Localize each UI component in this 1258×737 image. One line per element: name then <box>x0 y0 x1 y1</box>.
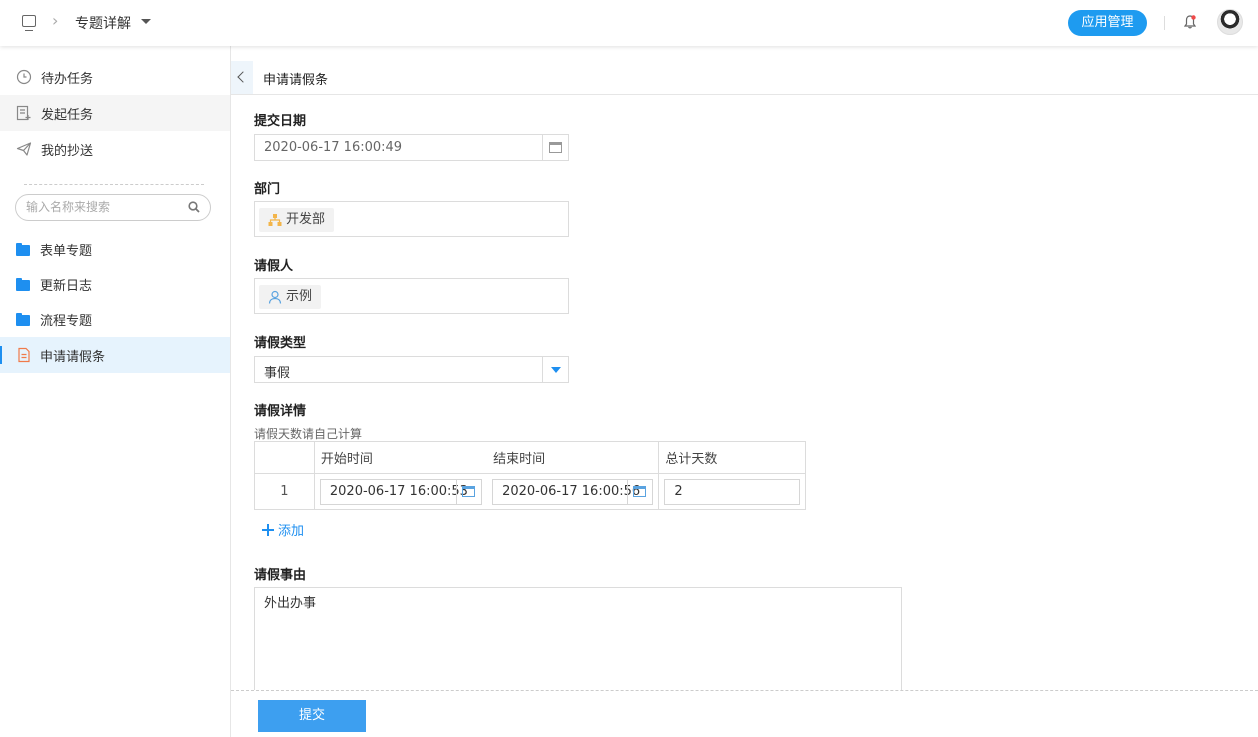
divider <box>1164 16 1165 30</box>
reason-textarea[interactable]: 外出办事 <box>254 587 902 697</box>
reason-label: 请假事由 <box>254 568 307 583</box>
form-document-icon <box>18 347 30 363</box>
start-time-value: 2020-06-17 16:00:53 <box>329 483 468 499</box>
clock-icon <box>16 69 32 85</box>
search-box <box>15 194 211 221</box>
topic-title[interactable]: 专题详解 <box>75 13 131 33</box>
user-icon <box>268 290 282 304</box>
table-header: 结束时间 <box>487 441 660 474</box>
table-header: 总计天数 <box>658 441 806 474</box>
table-header: 开始时间 <box>313 441 488 474</box>
total-days-cell: 2 <box>658 473 806 510</box>
submit-date-label: 提交日期 <box>254 114 307 129</box>
sidebar-item-process-topic[interactable]: 流程专题 <box>0 301 230 337</box>
send-icon <box>16 142 32 156</box>
calendar-button[interactable] <box>456 479 481 504</box>
calendar-icon <box>633 485 647 497</box>
sidebar-item-todo[interactable]: 待办任务 <box>0 59 230 95</box>
department-tag: 开发部 <box>259 208 335 232</box>
sidebar-item-label: 申请请假条 <box>40 349 106 365</box>
add-row-label: 添加 <box>278 524 305 539</box>
sidebar-item-label: 更新日志 <box>40 278 93 294</box>
row-index: 1 <box>254 473 315 510</box>
folder-icon <box>16 243 30 256</box>
avatar[interactable] <box>1217 9 1243 35</box>
main-panel: 申请请假条 提交日期 2020-06-17 16:00:49 部门 开发部 请假… <box>231 46 1258 737</box>
sidebar-item-label: 待办任务 <box>41 71 94 87</box>
leave-type-label: 请假类型 <box>254 336 307 351</box>
active-indicator <box>0 346 2 364</box>
sidebar-item-my-cc[interactable]: 我的抄送 <box>0 131 230 167</box>
end-time-cell: 2020-06-17 16:00:56 <box>487 473 660 510</box>
tab-title: 申请请假条 <box>263 73 329 88</box>
search-input[interactable] <box>26 200 186 214</box>
department-field[interactable]: 开发部 <box>254 201 569 237</box>
submit-date-value: 2020-06-17 16:00:49 <box>264 140 403 155</box>
start-task-icon <box>16 105 31 121</box>
top-bar: › 专题详解 应用管理 <box>0 0 1258 46</box>
tab-bar: 申请请假条 <box>231 61 1258 95</box>
sidebar-item-label: 我的抄送 <box>41 143 94 159</box>
calendar-button[interactable] <box>542 135 568 160</box>
details-hint: 请假天数请自己计算 <box>254 427 363 441</box>
sidebar-item-leave-request[interactable]: 申请请假条 <box>0 337 230 373</box>
sidebar-item-label: 表单专题 <box>40 243 93 259</box>
sidebar-item-changelog[interactable]: 更新日志 <box>0 266 230 302</box>
applicant-value: 示例 <box>286 289 313 304</box>
org-chart-icon <box>268 214 282 226</box>
table-header-index <box>254 441 315 474</box>
sidebar: 待办任务 发起任务 我的抄送 表单专题 更新日志 流程专题 <box>0 46 231 737</box>
start-time-cell: 2020-06-17 16:00:53 <box>313 473 488 510</box>
leave-type-value: 事假 <box>264 366 291 381</box>
start-time-input[interactable]: 2020-06-17 16:00:53 <box>319 478 483 505</box>
department-value: 开发部 <box>286 212 326 227</box>
app-manage-button[interactable]: 应用管理 <box>1068 10 1147 36</box>
back-button[interactable] <box>231 61 253 94</box>
details-label: 请假详情 <box>254 404 307 419</box>
bell-icon[interactable] <box>1184 15 1196 29</box>
home-icon[interactable] <box>22 15 36 31</box>
table-header-row: 开始时间 结束时间 总计天数 <box>254 441 806 474</box>
total-days-value: 2 <box>674 483 683 499</box>
breadcrumb-separator-icon: › <box>52 11 59 30</box>
applicant-label: 请假人 <box>254 259 294 274</box>
sidebar-item-start-task[interactable]: 发起任务 <box>0 95 230 131</box>
applicant-field[interactable]: 示例 <box>254 278 569 314</box>
total-days-input[interactable]: 2 <box>664 478 800 505</box>
search-icon[interactable] <box>188 201 200 213</box>
divider <box>24 184 204 185</box>
calendar-button[interactable] <box>627 479 652 504</box>
folder-icon <box>16 313 30 326</box>
applicant-tag: 示例 <box>259 285 322 309</box>
add-row-button[interactable]: 添加 <box>262 520 304 539</box>
end-time-input[interactable]: 2020-06-17 16:00:56 <box>492 478 654 505</box>
calendar-icon <box>462 485 476 497</box>
end-time-value: 2020-06-17 16:00:56 <box>502 483 641 499</box>
plus-icon <box>262 524 274 536</box>
chevron-down-icon[interactable] <box>141 19 151 24</box>
sidebar-item-label: 发起任务 <box>41 107 94 123</box>
chevron-down-icon[interactable] <box>542 357 568 382</box>
sidebar-item-label: 流程专题 <box>40 313 93 329</box>
submit-date-field[interactable]: 2020-06-17 16:00:49 <box>254 134 569 161</box>
sidebar-item-form-topic[interactable]: 表单专题 <box>0 231 230 267</box>
calendar-icon <box>549 142 562 153</box>
footer-bar: 提交 <box>231 690 1258 737</box>
leave-type-select[interactable]: 事假 <box>254 356 569 383</box>
table-row: 1 2020-06-17 16:00:53 2020-06-17 16:00:5… <box>254 473 806 510</box>
submit-button[interactable]: 提交 <box>258 700 366 732</box>
details-table: 开始时间 结束时间 总计天数 1 2020-06-17 16:00:53 202… <box>254 441 806 510</box>
folder-icon <box>16 278 30 291</box>
department-label: 部门 <box>254 182 281 197</box>
